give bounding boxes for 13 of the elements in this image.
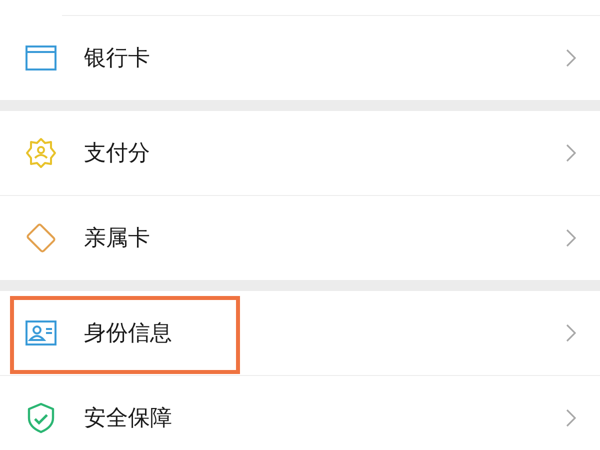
chevron-icon — [566, 409, 576, 427]
menu-item-label[interactable]: 支付分 — [84, 138, 566, 168]
menu-item-label[interactable]: 安全保障 — [84, 403, 566, 433]
badge-icon — [25, 137, 57, 169]
tilted-card-icon — [25, 222, 57, 254]
menu-item-label[interactable]: 银行卡 — [84, 43, 566, 73]
shield-icon — [25, 402, 57, 434]
chevron-icon — [566, 229, 576, 247]
chevron-icon — [566, 324, 576, 342]
chevron-icon — [566, 49, 576, 67]
chevron-icon — [566, 144, 576, 162]
menu-item-label[interactable]: 亲属卡 — [84, 223, 566, 253]
menu-item-label[interactable]: 身份信息 — [84, 318, 566, 348]
